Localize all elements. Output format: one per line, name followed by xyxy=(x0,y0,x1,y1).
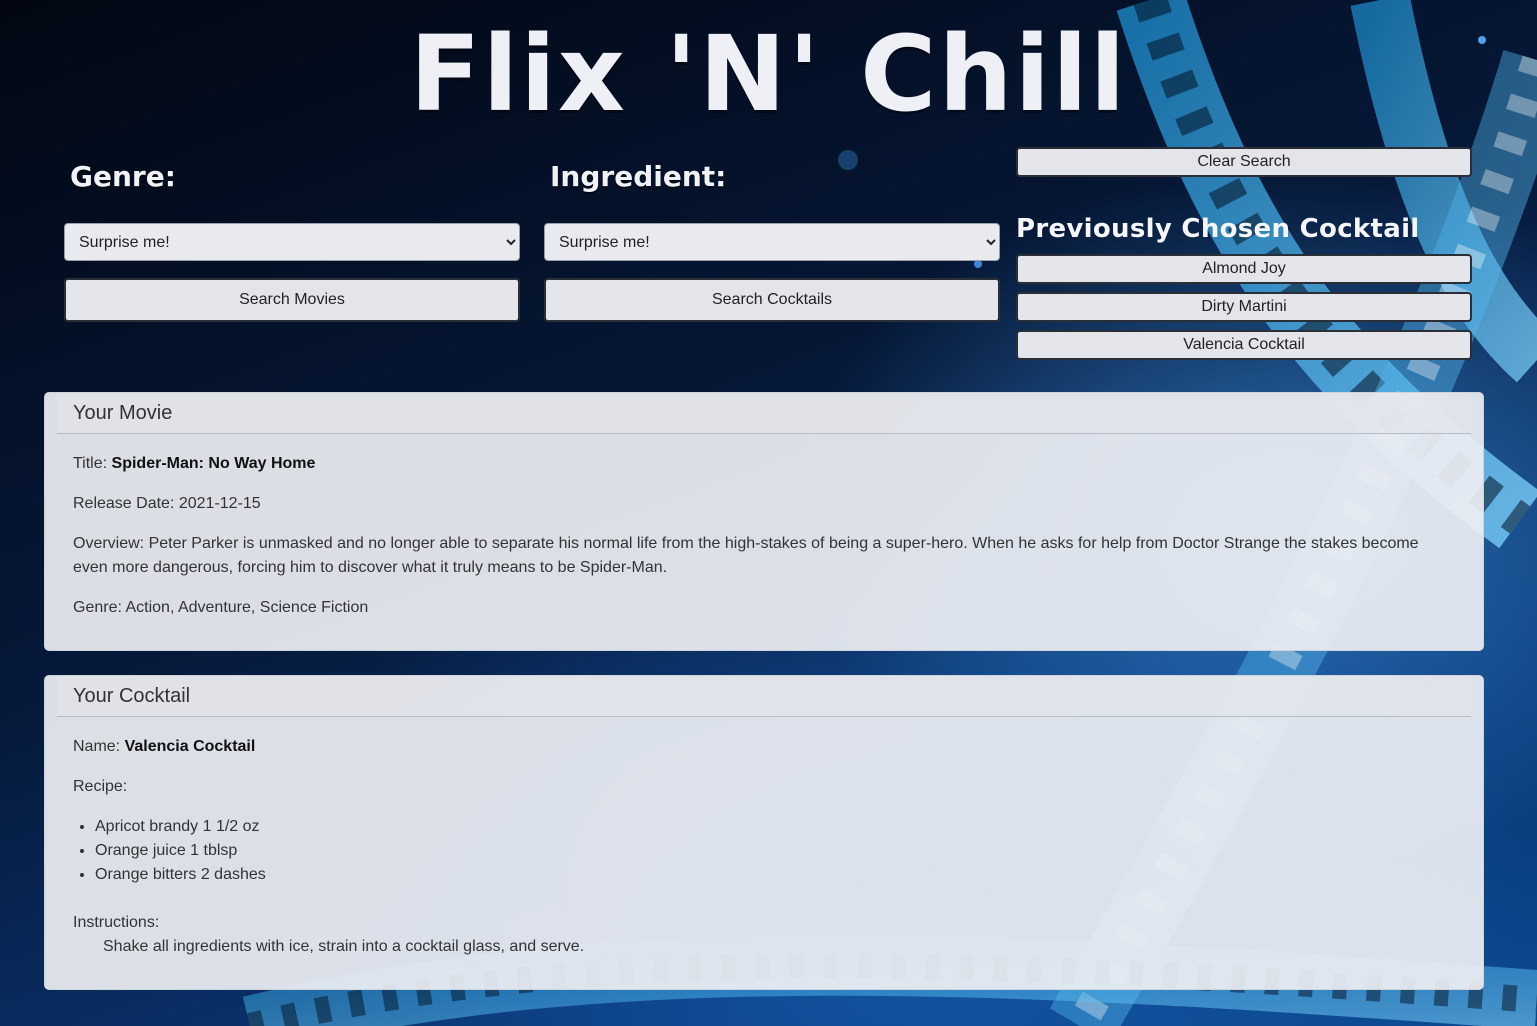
instructions-text: Shake all ingredients with ice, strain i… xyxy=(103,938,585,955)
movie-genre-row: Genre: Action, Adventure, Science Fictio… xyxy=(73,596,1455,620)
overview-label: Overview: xyxy=(73,535,145,552)
clear-search-button[interactable]: Clear Search xyxy=(1016,147,1472,177)
ingredient-item: Apricot brandy 1 1/2 oz xyxy=(95,815,1455,839)
movie-overview: Peter Parker is unmasked and no longer a… xyxy=(73,535,1419,576)
previous-cocktail-button[interactable]: Dirty Martini xyxy=(1016,292,1472,322)
ingredient-label: Ingredient: xyxy=(550,160,727,193)
cocktail-name: Valencia Cocktail xyxy=(124,738,256,755)
movie-title-row: Title: Spider-Man: No Way Home xyxy=(73,452,1455,476)
recipe-label: Recipe: xyxy=(73,778,128,795)
genre-label: Genre: xyxy=(70,160,176,193)
release-date: 2021-12-15 xyxy=(178,495,261,512)
search-cocktails-button[interactable]: Search Cocktails xyxy=(544,278,1000,322)
instructions-label: Instructions: xyxy=(73,914,160,931)
movie-overview-row: Overview: Peter Parker is unmasked and n… xyxy=(73,532,1455,580)
cocktail-card: Your Cocktail Name: Valencia Cocktail Re… xyxy=(44,675,1484,990)
app-title: Flix 'N' Chill xyxy=(409,13,1128,135)
previous-cocktail-button[interactable]: Valencia Cocktail xyxy=(1016,330,1472,360)
cocktail-card-heading: Your Cocktail xyxy=(57,676,1471,717)
movie-title-label: Title: xyxy=(73,455,108,472)
movie-genre-label: Genre: xyxy=(73,599,122,616)
search-movies-button[interactable]: Search Movies xyxy=(64,278,520,322)
movie-card: Your Movie Title: Spider-Man: No Way Hom… xyxy=(44,392,1484,651)
movie-release-row: Release Date: 2021-12-15 xyxy=(73,492,1455,516)
cocktail-name-label: Name: xyxy=(73,738,121,755)
ingredient-select[interactable]: Surprise me! xyxy=(544,223,1000,261)
cocktail-name-row: Name: Valencia Cocktail xyxy=(73,735,1455,759)
previous-cocktails-title: Previously Chosen Cocktail xyxy=(1016,214,1420,244)
ingredient-item: Orange bitters 2 dashes xyxy=(95,863,1455,887)
ingredient-item: Orange juice 1 tblsp xyxy=(95,839,1455,863)
release-date-label: Release Date: xyxy=(73,495,175,512)
movie-title: Spider-Man: No Way Home xyxy=(111,455,316,472)
movie-card-heading: Your Movie xyxy=(57,393,1471,434)
movie-genres: Action, Adventure, Science Fiction xyxy=(125,599,369,616)
genre-select[interactable]: Surprise me! xyxy=(64,223,520,261)
ingredient-list: Apricot brandy 1 1/2 oz Orange juice 1 t… xyxy=(73,815,1455,887)
previous-cocktail-button[interactable]: Almond Joy xyxy=(1016,254,1472,284)
